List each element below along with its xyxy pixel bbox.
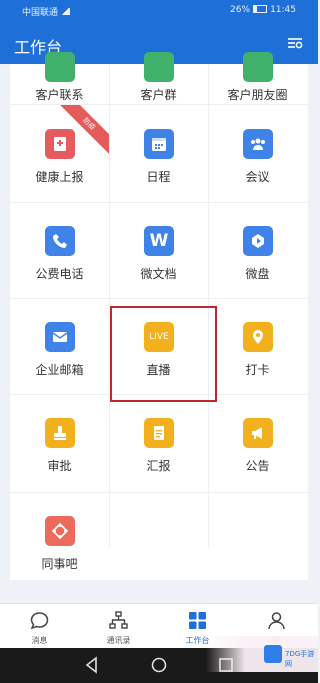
app-public-phone[interactable]: 公费电话 <box>10 202 109 300</box>
org-chart-icon <box>109 611 128 629</box>
customer-moments-icon <box>243 52 273 82</box>
signal-icon <box>61 8 71 15</box>
apps-grid: 客户联系 客户群 客户朋友圈 防疫 健康上报 日程 会议 公费电话 W 微文档 … <box>10 52 308 580</box>
back-triangle-icon[interactable] <box>82 656 102 674</box>
app-health-report[interactable]: 防疫 健康上报 <box>10 105 109 203</box>
clock: 11:45 <box>270 5 296 15</box>
app-meeting[interactable]: 会议 <box>208 105 307 203</box>
status-bar: 中国联通 26% 11:45 <box>0 0 318 22</box>
site-watermark: 7DG手游网 <box>206 636 318 672</box>
app-label: 客户朋友圈 <box>227 88 288 102</box>
document-w-icon: W <box>144 226 174 256</box>
app-micro-doc[interactable]: W 微文档 <box>109 202 208 300</box>
report-icon <box>144 418 174 448</box>
battery-percent: 26% <box>230 5 251 15</box>
app-label: 公费电话 <box>35 267 84 281</box>
customer-contact-icon <box>45 52 75 82</box>
app-colleague-community[interactable]: 同事吧 <box>10 492 109 590</box>
battery-icon <box>253 5 268 13</box>
calendar-icon <box>144 129 174 159</box>
phone-icon <box>45 226 75 256</box>
app-label: 打卡 <box>245 363 270 377</box>
app-enterprise-mail[interactable]: 企业邮箱 <box>10 298 109 396</box>
app-calendar[interactable]: 日程 <box>109 105 208 203</box>
app-report[interactable]: 汇报 <box>109 394 208 492</box>
tab-label: 通讯录 <box>106 636 131 645</box>
approval-stamp-icon <box>45 418 75 448</box>
watermark-logo-icon <box>264 645 282 663</box>
app-label: 同事吧 <box>41 557 78 571</box>
carrier-name: 中国联通 <box>22 8 59 18</box>
watermark-text: 7DG手游网 <box>285 650 315 668</box>
grid-icon <box>189 612 206 629</box>
app-label: 微文档 <box>140 267 177 281</box>
app-label: 日程 <box>146 170 171 184</box>
drive-icon <box>243 226 273 256</box>
chat-bubble-icon <box>30 612 49 630</box>
app-announcement[interactable]: 公告 <box>208 394 307 492</box>
location-pin-icon <box>243 322 273 352</box>
app-approval[interactable]: 审批 <box>10 394 109 492</box>
app-label: 微盘 <box>245 267 270 281</box>
app-label: 客户群 <box>140 88 177 102</box>
health-report-icon <box>45 129 75 159</box>
live-highlight-frame <box>110 306 217 402</box>
app-label: 公告 <box>245 459 270 473</box>
app-label: 审批 <box>47 459 72 473</box>
app-label: 会议 <box>245 170 270 184</box>
person-icon <box>268 612 285 630</box>
meeting-icon <box>243 129 273 159</box>
app-micro-drive[interactable]: 微盘 <box>208 202 307 300</box>
colleague-community-icon <box>45 516 75 546</box>
mail-icon <box>45 322 75 352</box>
tab-messages[interactable]: 消息 <box>0 604 79 649</box>
tab-contacts[interactable]: 通讯录 <box>79 604 158 649</box>
tab-label: 消息 <box>31 636 48 645</box>
app-label: 健康上报 <box>35 170 84 184</box>
app-label: 汇报 <box>146 459 171 473</box>
announcement-icon <box>243 418 273 448</box>
home-circle-icon[interactable] <box>149 656 169 674</box>
app-label: 企业邮箱 <box>35 363 84 377</box>
customer-group-icon <box>144 52 174 82</box>
app-label: 客户联系 <box>35 88 84 102</box>
app-check-in[interactable]: 打卡 <box>208 298 307 396</box>
settings-sliders-icon[interactable] <box>286 34 304 52</box>
